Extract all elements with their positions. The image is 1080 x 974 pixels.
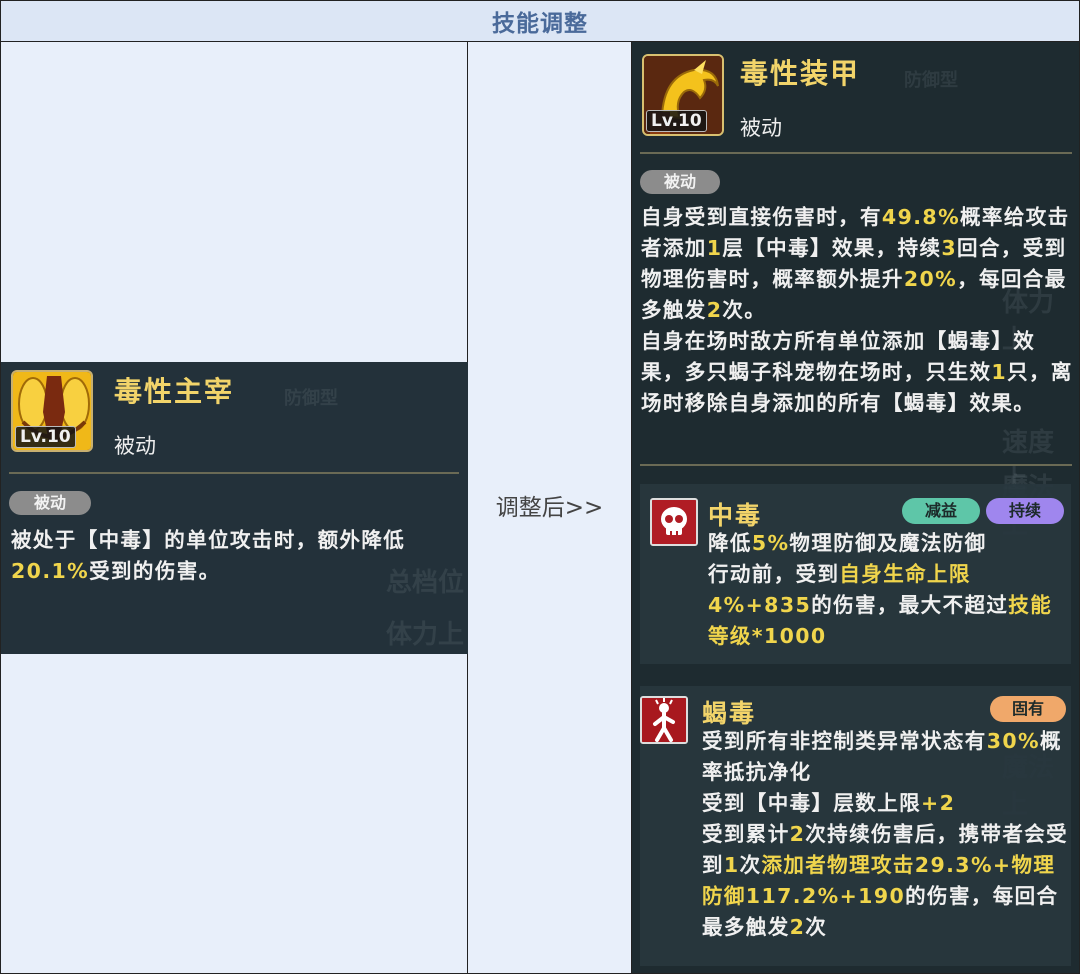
debuff-tag: 减益 [902, 498, 980, 524]
effect-description: 降低5%物理防御及魔法防御 行动前，受到自身生命上限4%+835的伤害，最大不超过… [708, 528, 1068, 652]
highlight-value: 49.8% [881, 205, 961, 229]
highlight-value: +2 [921, 791, 956, 815]
highlight-value: 2 [789, 822, 806, 846]
skill-type: 被动 [740, 116, 782, 140]
old-skill-column: 防御型 总档位 体力上 Lv.10 毒性主宰 被动 被动 被处于【中毒】的单位攻… [1, 42, 468, 973]
description-text: 次 [805, 915, 828, 939]
skull-icon [652, 500, 696, 544]
highlight-value: 30% [986, 729, 1040, 753]
old-skill-card: 防御型 总档位 体力上 Lv.10 毒性主宰 被动 被动 被处于【中毒】的单位攻… [1, 362, 468, 654]
skill-type: 被动 [114, 434, 156, 458]
description-text: 自身在场时敌方所有单位添加【蝎毒】效果，多只蝎子科宠物在场时，只生效 [641, 329, 1036, 384]
highlight-value: 2 [706, 298, 723, 322]
highlight-value: 1 [991, 360, 1008, 384]
description-text: 自身受到直接伤害时，有 [641, 205, 882, 229]
inherent-tag: 固有 [990, 696, 1066, 722]
background-ghost-text: 体力上 [386, 620, 465, 650]
description-text: 受到【中毒】层数上限 [702, 791, 921, 815]
skill-name: 毒性主宰 [114, 375, 235, 408]
effect-icon [640, 696, 688, 744]
background-ghost-text: 防御型 [284, 388, 338, 409]
background-ghost-text: 防御型 [904, 70, 958, 91]
description-text: 受到累计 [702, 822, 790, 846]
highlight-value: 5% [751, 531, 790, 555]
adjusted-label: 调整后>> [495, 494, 604, 521]
passive-tag: 被动 [9, 491, 91, 515]
divider [9, 472, 459, 474]
highlight-value: 20.1% [11, 559, 90, 583]
toxic-armor-skill-icon: Lv.10 [642, 54, 724, 136]
passive-tag: 被动 [640, 170, 720, 194]
new-skill-column: 防御型 体力上 速度上 魔法上 魔法上 Lv.10 毒性装甲 被动 被动 自身受… [632, 42, 1079, 973]
highlight-value: 3 [941, 236, 958, 260]
description-text: 受到所有非控制类异常状态有 [702, 729, 987, 753]
effect-name: 蝎毒 [702, 699, 757, 728]
table-header: 技能调整 [1, 1, 1079, 42]
effect-name: 中毒 [708, 501, 763, 530]
description-text: 受到的伤害。 [89, 559, 221, 583]
skill-level-badge: Lv.10 [646, 110, 707, 132]
highlight-value: 1 [723, 853, 740, 877]
poison-effect-card: 中毒 减益 持续 降低5%物理防御及魔法防御 行动前，受到自身生命上限4%+835… [640, 484, 1071, 664]
description-text: 次。 [722, 298, 767, 322]
divider [640, 464, 1072, 466]
duration-tag: 持续 [986, 498, 1064, 524]
skill-description: 自身受到直接伤害时，有49.8%概率给攻击者添加1层【中毒】效果，持续3回合，受… [641, 202, 1073, 419]
comparison-table: 技能调整 防御型 总档位 体力上 Lv.10 毒性主宰 被动 被动 被处于【中毒 [0, 0, 1080, 974]
skill-description: 被处于【中毒】的单位攻击时，额外降低 20.1%受到的伤害。 [11, 525, 461, 587]
divider [640, 152, 1072, 154]
effect-icon [650, 498, 698, 546]
description-text: 行动前，受到 [708, 562, 840, 586]
description-text: 被处于【中毒】的单位攻击时，额外降低 [11, 528, 406, 552]
poisoned-figure-icon [642, 698, 686, 742]
skill-level-badge: Lv.10 [15, 426, 76, 448]
description-text: 降低 [708, 531, 752, 555]
description-text: 物理防御及魔法防御 [789, 531, 987, 555]
highlight-value: 1 [706, 236, 723, 260]
toxic-master-skill-icon: Lv.10 [11, 370, 93, 452]
highlight-value: 2 [789, 915, 806, 939]
effect-description: 受到所有非控制类异常状态有30%概率抵抗净化 受到【中毒】层数上限+2 受到累计2次… [702, 726, 1072, 943]
highlight-value: 20% [903, 267, 958, 291]
description-text: 次 [739, 853, 762, 877]
scorpion-venom-effect-card: 蝎毒 固有 受到所有非控制类异常状态有30%概率抵抗净化 受到【中毒】层数上限+2… [640, 686, 1071, 966]
skill-name: 毒性装甲 [740, 57, 861, 90]
table-title: 技能调整 [492, 11, 588, 37]
description-text: 的伤害，最大不超过 [811, 593, 1009, 617]
adjustment-arrow-column: 调整后>> [468, 42, 632, 973]
description-text: 层【中毒】效果，持续 [722, 236, 942, 260]
